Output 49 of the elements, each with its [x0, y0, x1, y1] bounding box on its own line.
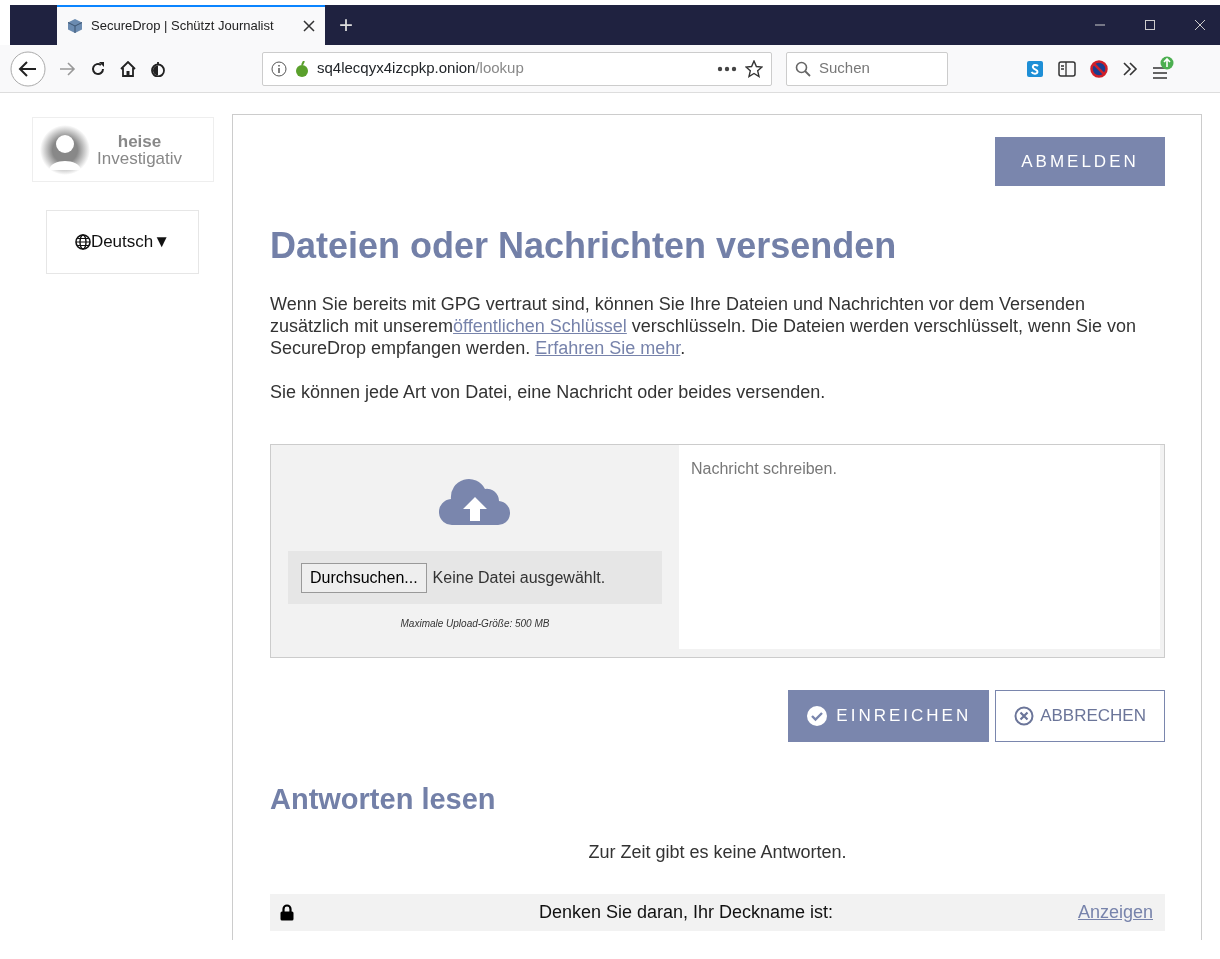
maximize-icon[interactable]	[1144, 19, 1156, 31]
intro-paragraph: Wenn Sie bereits mit GPG vertraut sind, können Sie Ihre Dateien und Nachrichten vor dem Versenden zusätzlich mit unseremöffentlichen Schlüssel verschlüsseln. Die Dateien werden verschlüsselt, wenn Sie von SecureDrop empfangen werden. Erfahren Sie mehr.	[270, 293, 1138, 360]
menu-icon[interactable]	[1152, 55, 1174, 82]
cancel-icon	[1014, 706, 1035, 727]
logo-text: Investigativ	[97, 149, 183, 167]
max-size-text: Maximale Upload-Größe: 500 MB	[400, 617, 550, 632]
back-icon[interactable]	[10, 50, 46, 87]
logo[interactable]: heise Investigativ	[32, 117, 214, 182]
cube-icon	[67, 18, 83, 34]
link[interactable]: Erfahren Sie mehr	[535, 338, 681, 359]
new-tab-button[interactable]: +	[339, 13, 353, 37]
sidebar-icon[interactable]	[1058, 60, 1076, 77]
page-heading: Dateien oder Nachrichten versenden	[270, 224, 898, 268]
codename-text: Denken Sie daran, Ihr Deckname ist:	[537, 901, 835, 924]
cancel-button[interactable]: ABBRECHEN	[995, 690, 1165, 743]
link[interactable]: öffentlichen Schlüssel	[453, 316, 627, 337]
logout-button[interactable]: ABMELDEN	[995, 137, 1165, 186]
submit-button[interactable]: EINREICHEN	[788, 690, 990, 743]
reload-icon[interactable]	[90, 60, 106, 77]
file-status: Keine Datei ausgewählt.	[432, 567, 606, 588]
globe-icon	[74, 234, 91, 250]
check-icon	[806, 705, 829, 728]
overflow-icon[interactable]	[1122, 61, 1138, 76]
url-text: sq4lecqyx4izcpkp.onion/lookup	[317, 58, 524, 79]
forward-icon[interactable]	[60, 61, 76, 76]
tab-title: SecureDrop | Schützt Journalist	[91, 17, 275, 36]
onion-icon	[295, 60, 309, 77]
lock-icon	[280, 904, 294, 921]
extension-icon[interactable]	[1026, 59, 1044, 78]
search-icon	[795, 60, 811, 77]
address-field[interactable]: sq4lecqyx4izcpkp.onion/lookup	[262, 51, 772, 86]
onion-icon[interactable]	[150, 60, 166, 77]
show-link[interactable]: Anzeigen	[1077, 899, 1153, 926]
search-bar[interactable]: Suchen	[786, 51, 948, 86]
more-icon[interactable]	[717, 65, 737, 72]
message-field[interactable]: Nachricht schreiben.	[679, 445, 1160, 650]
note-text: Sie können jede Art von Datei, eine Nachricht oder beides versenden.	[270, 381, 827, 405]
home-icon[interactable]	[120, 60, 136, 77]
blocked-icon[interactable]	[1090, 59, 1108, 78]
section-heading: Antworten lesen	[270, 782, 497, 817]
empty-text: Zur Zeit gibt es keine Antworten.	[587, 841, 848, 864]
logo-text: heise	[116, 132, 163, 150]
info-icon[interactable]	[271, 60, 287, 77]
language-selector[interactable]: Deutsch▼	[46, 210, 199, 274]
close-icon[interactable]	[303, 20, 315, 32]
browse-button[interactable]: Durchsuchen...	[301, 562, 427, 593]
person-icon	[39, 123, 91, 176]
browser-tab[interactable]: SecureDrop | Schützt Journalist	[57, 5, 325, 45]
star-icon[interactable]	[745, 59, 763, 78]
